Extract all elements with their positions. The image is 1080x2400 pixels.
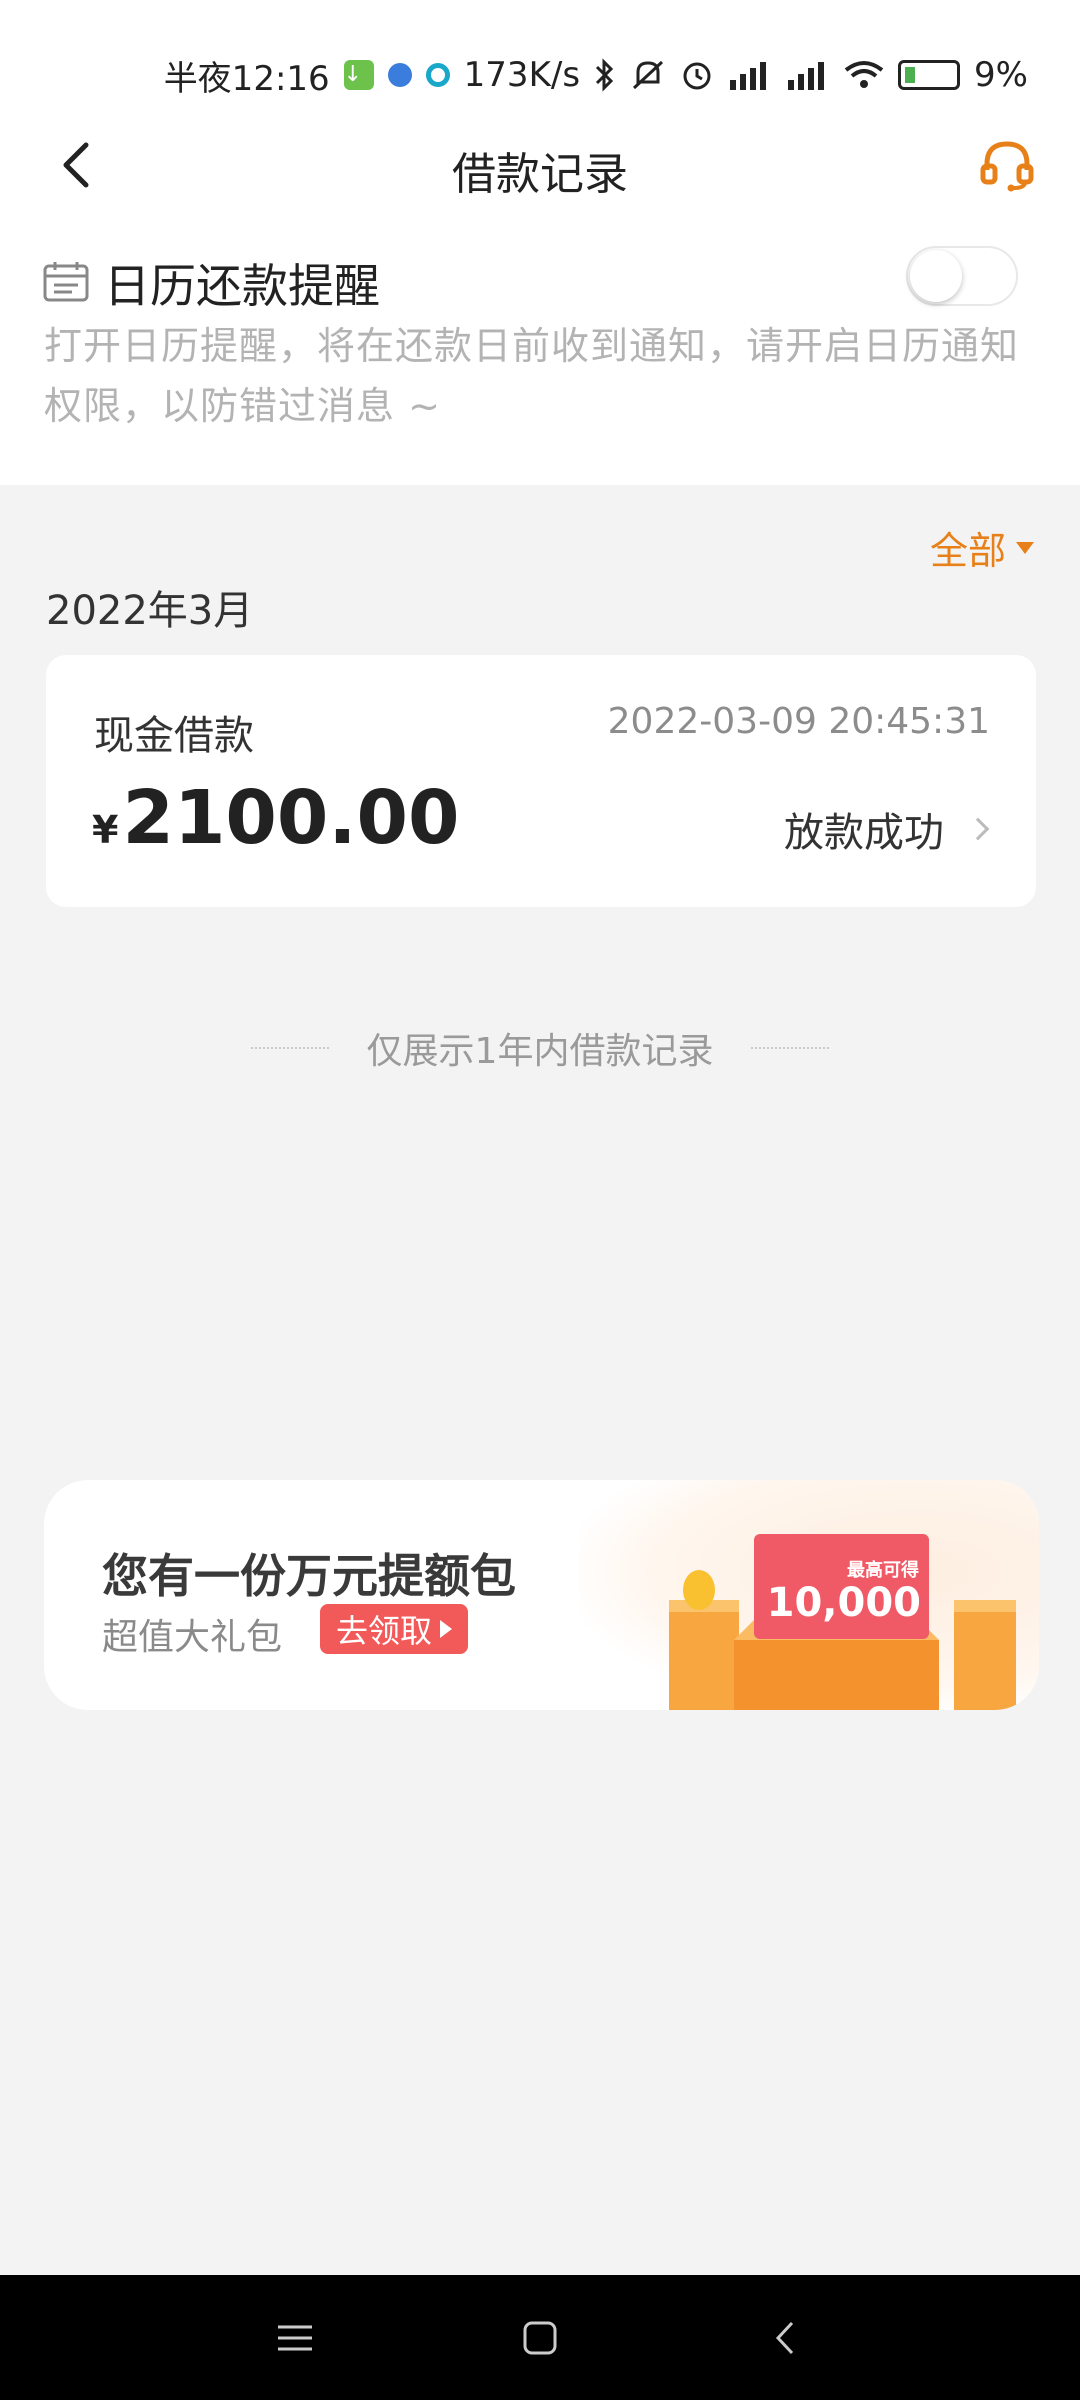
battery-icon bbox=[898, 60, 961, 90]
currency-symbol: ¥ bbox=[92, 808, 119, 852]
filter-dropdown[interactable]: 全部 bbox=[930, 520, 1034, 575]
calendar-reminder-toggle[interactable] bbox=[906, 246, 1018, 306]
system-nav-bar bbox=[0, 2275, 1080, 2400]
loan-type: 现金借款 bbox=[94, 713, 254, 759]
customer-service-button[interactable] bbox=[974, 132, 1040, 198]
calendar-icon bbox=[43, 262, 89, 302]
filter-label: 全部 bbox=[929, 529, 1006, 573]
loan-datetime: 2022-03-09 20:45:31 bbox=[607, 701, 990, 742]
mute-icon bbox=[630, 58, 666, 92]
back-icon[interactable] bbox=[760, 2313, 810, 2363]
status-text: 放款成功 bbox=[784, 810, 944, 856]
nav-bar: 借款记录 bbox=[0, 110, 1080, 220]
amount-value: 2100.00 bbox=[122, 775, 460, 861]
divider-left bbox=[250, 1047, 329, 1049]
toggle-knob bbox=[910, 250, 962, 302]
claim-button-label: 去领取 bbox=[336, 1612, 433, 1650]
signal-icon bbox=[728, 60, 772, 90]
ring-icon bbox=[425, 63, 450, 87]
download-icon: ↓ bbox=[343, 60, 374, 90]
divider-right bbox=[751, 1047, 830, 1049]
paw-icon bbox=[387, 63, 412, 87]
home-icon[interactable] bbox=[515, 2313, 565, 2363]
signal-icon-2 bbox=[786, 60, 830, 90]
menu-icon[interactable] bbox=[270, 2313, 320, 2363]
claim-button[interactable]: 去领取 bbox=[320, 1604, 469, 1654]
records-note: 仅展示1年内借款记录 bbox=[0, 1022, 1080, 1074]
promo-art-value: 10,000 bbox=[766, 1580, 921, 1626]
network-speed: 173K/s bbox=[463, 55, 581, 95]
chevron-right-icon bbox=[966, 817, 990, 841]
promo-banner[interactable]: 您有一份万元提额包 超值大礼包 去领取 最高可得 10,000 bbox=[44, 1480, 1039, 1710]
play-icon bbox=[440, 1620, 453, 1638]
caret-down-icon bbox=[1016, 541, 1034, 554]
headset-icon bbox=[980, 141, 1034, 192]
promo-title: 您有一份万元提额包 bbox=[102, 1549, 516, 1603]
promo-subtitle: 超值大礼包 bbox=[102, 1617, 283, 1658]
alarm-icon bbox=[680, 58, 714, 92]
bluetooth-icon bbox=[594, 58, 616, 92]
reminder-description: 打开日历提醒，将在还款日前收到通知，请开启日历通知权限，以防错过消息 ~ bbox=[44, 324, 1020, 428]
calendar-reminder-section: 日历还款提醒 打开日历提醒，将在还款日前收到通知，请开启日历通知权限，以防错过消… bbox=[0, 220, 1080, 485]
loan-record-card[interactable]: 现金借款 2022-03-09 20:45:31 ¥ 2100.00 放款成功 bbox=[46, 655, 1036, 907]
promo-art-label: 最高可得 bbox=[847, 1560, 919, 1581]
reminder-title: 日历还款提醒 bbox=[104, 259, 380, 313]
battery-level: 9% bbox=[974, 55, 1028, 95]
status-time: 半夜12:16 bbox=[163, 58, 330, 99]
month-label: 2022年3月 bbox=[46, 588, 254, 634]
loan-status: 放款成功 bbox=[784, 800, 990, 858]
records-note-text: 仅展示1年内借款记录 bbox=[366, 1031, 714, 1072]
wifi-icon bbox=[844, 60, 884, 90]
page-title: 借款记录 bbox=[452, 149, 628, 200]
loan-amount: ¥ 2100.00 bbox=[92, 775, 460, 861]
